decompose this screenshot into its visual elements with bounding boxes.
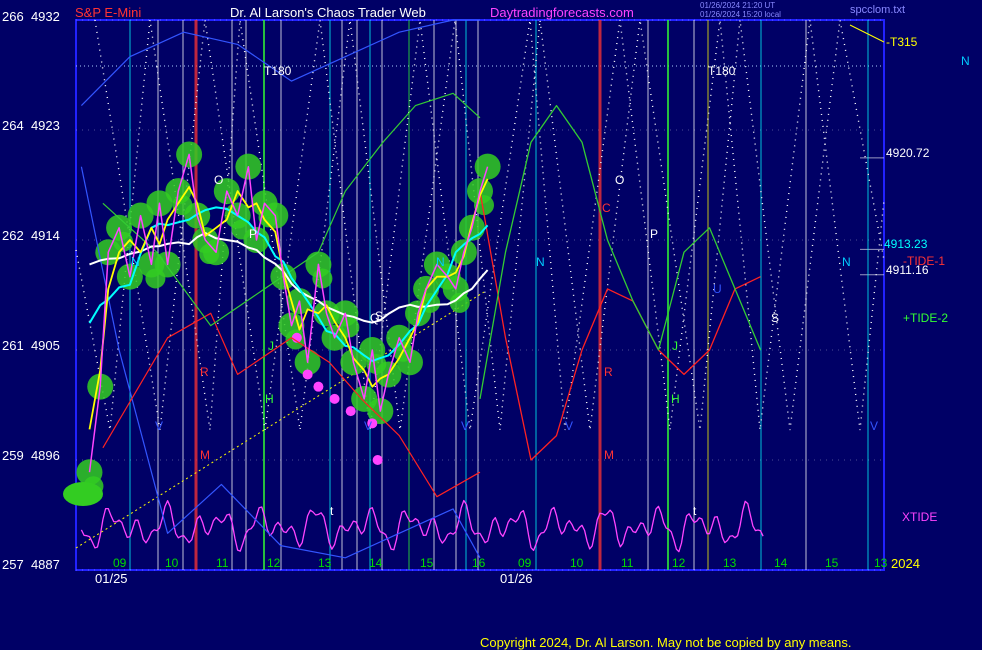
price-halo-dot (474, 153, 501, 180)
timestamp-ut: 01/26/2024 21:20 UT (700, 1, 776, 10)
x-hour-10a: 10 (165, 556, 179, 570)
date-0125: 01/25 (95, 571, 128, 586)
chart-marker-label: V (565, 419, 573, 433)
symbol-label: S&P E-Mini (75, 5, 142, 20)
chart-marker-label: N (842, 255, 851, 269)
chart-marker-label: t (330, 504, 334, 518)
date-0126: 01/26 (500, 571, 533, 586)
time-marker-lines (129, 20, 869, 570)
chart-marker-label: N (536, 255, 545, 269)
low-dot (329, 393, 340, 404)
x-hour-13b: 13 (723, 556, 737, 570)
chart-marker-label: N (436, 255, 445, 269)
y-label-261: 261 4905 (2, 338, 60, 353)
x-hour-11a: 11 (216, 556, 229, 570)
x-year: 2024 (891, 556, 920, 571)
label-xtide: XTIDE (902, 510, 938, 524)
chart-marker-label: R (200, 365, 209, 379)
chart-markers: T180 T180N N N NO OP PQR RM MJ JH HV V V V VCS St tU (131, 64, 878, 518)
xtide-line (80, 499, 764, 553)
low-dot (313, 381, 324, 392)
chart-marker-label: V (364, 419, 372, 433)
chart-marker-label: M (200, 448, 210, 462)
site-link[interactable]: Daytradingforecasts.com (490, 5, 634, 20)
data-file-label: spcclom.txt (850, 4, 906, 16)
chart-marker-label: T180 (708, 64, 736, 78)
y-label-264: 264 4923 (2, 118, 60, 133)
label-n-right: N (961, 54, 970, 68)
chart-marker-label: N (131, 255, 140, 269)
x-hour-12b: 12 (672, 556, 686, 570)
label-t315: -T315 (886, 35, 918, 49)
chart-marker-label: S (771, 311, 779, 325)
chart-marker-label: V (461, 419, 469, 433)
tide2-line (479, 104, 762, 400)
chart-marker-label: T180 (264, 64, 292, 78)
chart-marker-label: J (268, 339, 274, 353)
x-hour-09a: 09 (113, 556, 127, 570)
tide1-line (479, 190, 761, 461)
chart-marker-label: H (265, 392, 274, 406)
x-hour-13a: 13 (318, 556, 332, 570)
chart-marker-label: V (870, 419, 878, 433)
low-dot (372, 455, 383, 465)
x-hour-12a: 12 (267, 556, 281, 570)
chart-marker-label: H (671, 392, 680, 406)
x-hour-15b: 15 (825, 556, 839, 570)
chart-marker-label: V (155, 419, 163, 433)
chart-canvas: T180 T180N N N NO OP PQR RM MJ JH HV V V V VCS St tU (63, 19, 885, 571)
x-hour-09b: 09 (518, 556, 532, 570)
level-4911: 4911.16 (886, 263, 929, 277)
copyright-notice: Copyright 2024, Dr. Al Larson. May not b… (480, 635, 852, 650)
price-halo (63, 141, 501, 506)
x-hour-14b: 14 (774, 556, 788, 570)
chart-marker-label: U (713, 282, 722, 296)
y-label-266: 266 4932 (2, 9, 60, 24)
label-tide2: +TIDE-2 (903, 311, 949, 325)
chart-marker-label: M (604, 448, 614, 462)
chart-marker-label: P (650, 227, 658, 241)
x-hour-15a: 15 (420, 556, 434, 570)
y-label-257: 257 4887 (2, 557, 60, 572)
x-hour-10b: 10 (570, 556, 584, 570)
low-dot (345, 406, 356, 417)
timestamp-local: 01/26/2024 15:20 local (700, 10, 781, 19)
chart-marker-label: P (249, 227, 257, 241)
x-hour-14a: 14 (369, 556, 383, 570)
price-halo-start (63, 482, 103, 506)
level-4920: 4920.72 (886, 146, 930, 160)
chart-marker-label: O (214, 173, 223, 187)
cycle-line-a (94, 19, 885, 431)
chart-marker-label: O (615, 173, 624, 187)
x-hour-11b: 11 (621, 556, 634, 570)
y-label-259: 259 4896 (2, 448, 60, 463)
chart-marker-label: J (672, 339, 678, 353)
chart-marker-label: t (693, 504, 697, 518)
low-dot (302, 369, 313, 380)
t315-line (849, 24, 885, 43)
chart-title: Dr. Al Larson's Chaos Trader Web (230, 5, 426, 20)
chart-marker-label: S (375, 309, 383, 323)
level-4913: 4913.23 (884, 237, 928, 251)
x-hour-13c: 13 (874, 556, 888, 570)
y-label-262: 262 4914 (2, 228, 60, 243)
chart-marker-label: R (604, 365, 613, 379)
chart-marker-label: C (602, 201, 611, 215)
x-hour-16a: 16 (472, 556, 486, 570)
